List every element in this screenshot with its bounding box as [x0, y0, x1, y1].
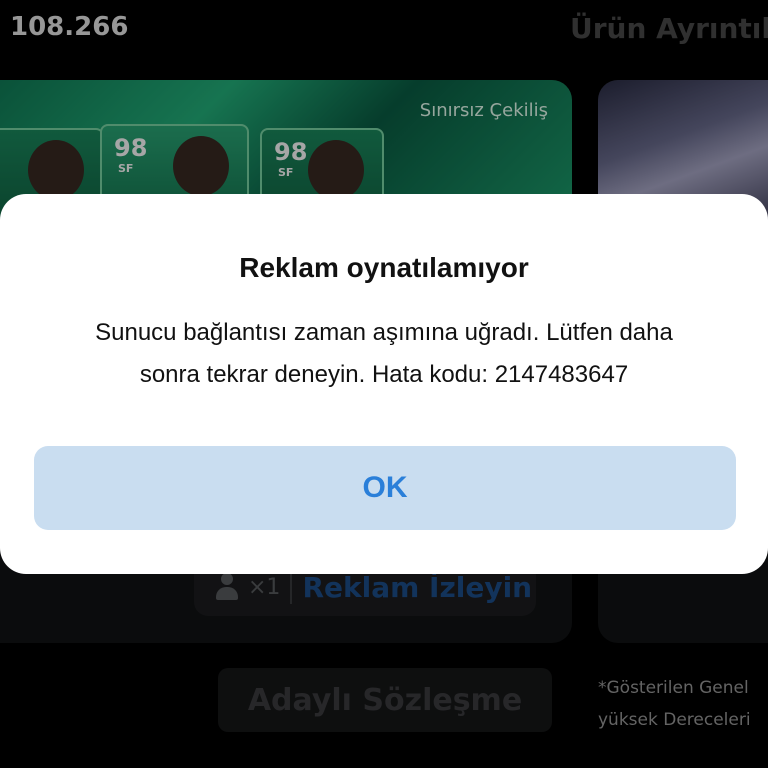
ok-button[interactable]: OK: [34, 446, 736, 530]
dialog-message-line: sonra tekrar deneyin. Hata kodu: 2147483…: [139, 361, 629, 388]
dialog-message: Sunucu bağlantısı zaman aşımına uğradı. …: [40, 312, 728, 396]
dialog-title: Reklam oynatılamıyor: [239, 252, 529, 283]
dialog-message-line: Sunucu bağlantısı zaman aşımına uğradı. …: [95, 319, 673, 346]
error-dialog: Reklam oynatılamıyor Sunucu bağlantısı z…: [0, 194, 768, 574]
